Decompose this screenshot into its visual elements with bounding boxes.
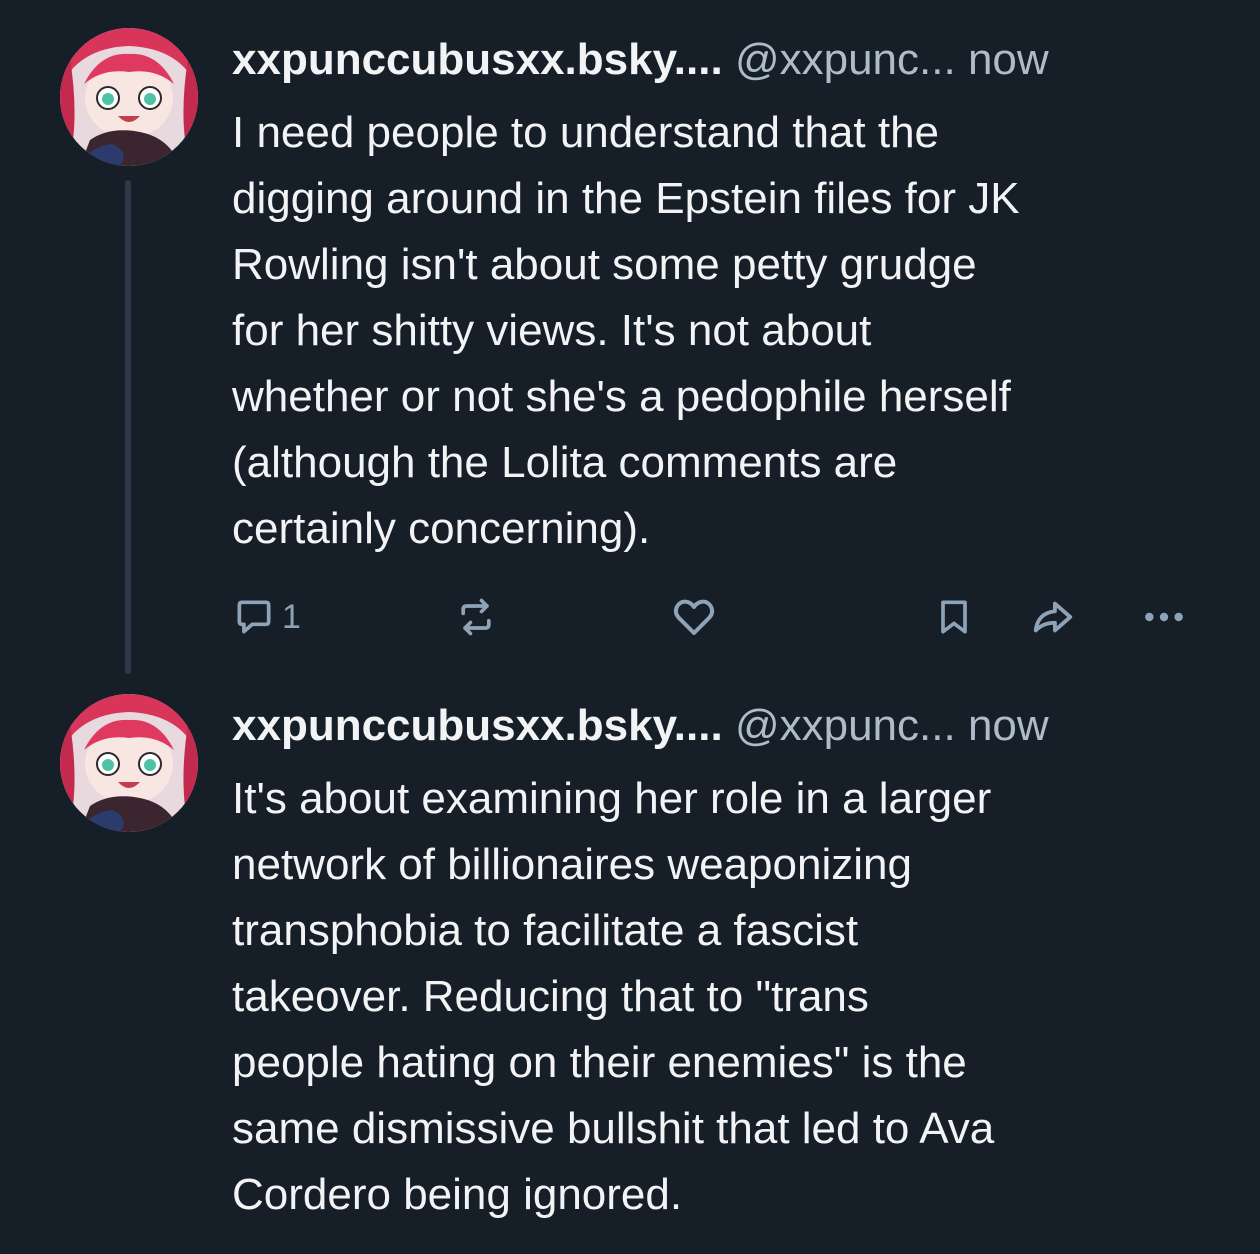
- share-button[interactable]: [1030, 585, 1076, 649]
- reply-button[interactable]: 1: [232, 585, 301, 649]
- bookmark-button[interactable]: [932, 585, 976, 649]
- anime-avatar-icon: [60, 28, 198, 166]
- more-icon: [1145, 612, 1183, 622]
- post-header: xxpunccubusxx.bsky.... @xxpunc... now: [232, 30, 1222, 90]
- post-actions: 1: [232, 585, 1202, 649]
- repost-icon: [461, 598, 491, 636]
- reply-icon: [237, 600, 271, 634]
- anime-avatar-icon: [60, 694, 198, 832]
- timestamp[interactable]: now: [968, 35, 1049, 84]
- display-name[interactable]: xxpunccubusxx.bsky....: [232, 35, 723, 84]
- heart-icon: [673, 599, 715, 635]
- post-header: xxpunccubusxx.bsky.... @xxpunc... now: [232, 696, 1222, 756]
- post-text: It's about examining her role in a large…: [232, 774, 995, 1219]
- handle[interactable]: @xxpunc...: [735, 35, 956, 84]
- timestamp[interactable]: now: [968, 701, 1049, 750]
- more-options-button[interactable]: [1138, 585, 1190, 649]
- reply-count: 1: [282, 597, 301, 636]
- post-text: I need people to understand that the dig…: [232, 108, 1020, 553]
- like-button[interactable]: [670, 585, 718, 649]
- bookmark-icon: [941, 600, 967, 634]
- avatar[interactable]: [60, 28, 198, 166]
- repost-button[interactable]: [454, 585, 498, 649]
- thread-line: [125, 180, 131, 674]
- post-1[interactable]: xxpunccubusxx.bsky.... @xxpunc... now I …: [0, 0, 1260, 690]
- share-icon: [1033, 601, 1073, 633]
- avatar[interactable]: [60, 694, 198, 832]
- display-name[interactable]: xxpunccubusxx.bsky....: [232, 701, 723, 750]
- handle[interactable]: @xxpunc...: [735, 701, 956, 750]
- post-2[interactable]: xxpunccubusxx.bsky.... @xxpunc... now It…: [0, 690, 1260, 1254]
